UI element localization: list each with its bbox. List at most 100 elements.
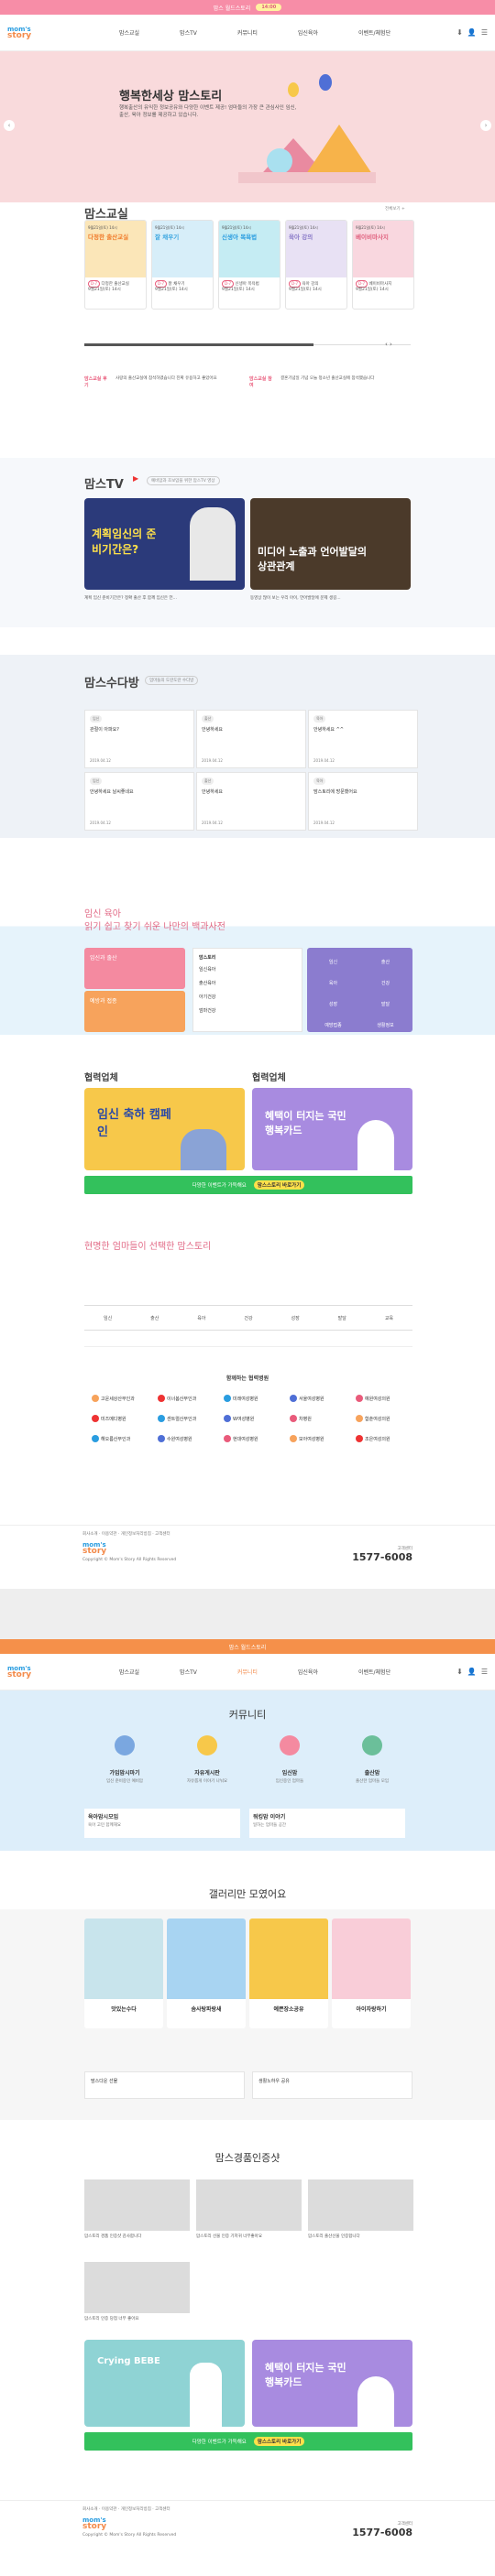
class-card[interactable]: 9월21일(토) 14시 다정한 출산교실 D-7 다정한 출산교실 9월21일(… — [84, 220, 147, 310]
category-icon[interactable]: 건강 — [244, 1315, 252, 1321]
tv-thumb[interactable]: 미디어 노출과 언어발달의 상관관계 — [250, 498, 411, 590]
hospital-logo[interactable]: 조은여성의원 — [356, 1432, 411, 1445]
user-icon[interactable]: 👤 — [468, 28, 477, 37]
event-bar[interactable]: 다양한 이벤트가 가득해요 맘스스토리 바로가기 — [84, 2432, 412, 2451]
wiki-left-card[interactable]: 임신과 출산 — [84, 948, 185, 989]
review-card[interactable]: 맘스토리 출산선물 인증합니다 — [308, 2179, 413, 2240]
category-icon[interactable]: 임신 — [104, 1315, 112, 1321]
wiki-list-item[interactable]: 출산육아 — [199, 980, 296, 986]
hospital-logo[interactable]: 현대여성병원 — [224, 1432, 279, 1445]
event-button[interactable]: 맘스스토리 바로가기 — [253, 2437, 305, 2446]
classroom-more-link[interactable]: 전체보기 + — [385, 206, 405, 212]
hospital-logo[interactable]: 미래여성병원 — [224, 1392, 279, 1405]
partner-banner[interactable]: 임신 축하 캠페인 — [84, 1088, 245, 1170]
hospital-logo[interactable]: 고운세상산부인과 — [92, 1392, 147, 1405]
nav-item[interactable]: 임신육아 — [298, 28, 318, 37]
footer-link[interactable]: 회사소개 — [82, 2507, 98, 2512]
hospital-logo[interactable]: W여성병원 — [224, 1412, 279, 1425]
partner-banner[interactable]: 혜택이 터지는 국민행복카드 — [252, 1088, 412, 1170]
class-card[interactable]: 9월21일(토) 14시 신생아 목욕법 D-7 신생아 목욕법 9월21일(토)… — [218, 220, 280, 310]
gallery-card[interactable]: 맛있는수다 — [84, 1918, 163, 2028]
gallery-banner[interactable]: 맘스다운 선물 — [84, 2071, 245, 2099]
qa-card[interactable]: 육아 맘스토리에 방문했어요 2019.04.12 — [308, 772, 418, 831]
hospital-logo[interactable]: 수원여성병원 — [158, 1432, 213, 1445]
community-extra[interactable]: 육아맘시모임 육아 고민 함께해요 — [84, 1809, 240, 1838]
nav-item[interactable]: 이벤트/체험단 — [358, 28, 390, 37]
footer-link[interactable]: 고객센터 — [155, 1532, 170, 1537]
wiki-grid-cell[interactable]: 건강 — [359, 969, 412, 990]
wiki-grid-cell[interactable]: 예방접종 — [307, 1011, 359, 1032]
wiki-grid-cell[interactable]: 성장 — [307, 990, 359, 1011]
review-card[interactable]: 맘스토리 경품 인증샷 감사합니다 — [84, 2179, 190, 2240]
category-icon[interactable]: 교육 — [385, 1315, 393, 1321]
qa-card[interactable]: 육아 안녕하세요 ^^ 2019.04.12 — [308, 710, 418, 768]
hospital-logo[interactable]: 예원여성의원 — [356, 1392, 411, 1405]
footer-link[interactable]: 회사소개 — [82, 1532, 98, 1537]
wiki-grid-cell[interactable]: 발달 — [359, 990, 412, 1011]
hospital-logo[interactable]: 해오름산부인과 — [92, 1432, 147, 1445]
promo-bar-2[interactable]: 맘스 월드스토리 — [0, 1639, 495, 1654]
qa-card[interactable]: 출산 안녕하세요 2019.04.12 — [196, 772, 306, 831]
footer-link[interactable]: 개인정보처리방침 — [121, 2507, 151, 2512]
category-icon[interactable]: 성장 — [292, 1315, 300, 1321]
nav-item[interactable]: 맘스교실 — [119, 28, 139, 37]
gallery-card[interactable]: 아이자랑하기 — [332, 1918, 411, 2028]
gallery-card[interactable]: 솜사탕파랑새 — [167, 1918, 246, 2028]
community-cell[interactable]: 가임맘시마기 임신 준비중인 예비맘 — [84, 1735, 165, 1784]
nav-item[interactable]: 맘스교실 — [119, 1668, 139, 1676]
menu-icon[interactable]: ☰ — [481, 1668, 488, 1676]
hero-next-button[interactable]: › — [480, 120, 491, 131]
carousel-scrollbar[interactable] — [84, 343, 314, 346]
gallery-banner[interactable]: 생활노하우 공유 — [252, 2071, 412, 2099]
footer-link[interactable]: 이용약관 — [102, 2507, 117, 2512]
category-icon[interactable]: 육아 — [197, 1315, 205, 1321]
partner-banner[interactable]: Crying BEBE — [84, 2340, 245, 2427]
tv-thumb[interactable]: 계획임신의 준비기간은? — [84, 498, 245, 590]
review-card[interactable]: 맘스토리 선물 인증 기저귀 너무좋아요 — [196, 2179, 302, 2240]
footer-link[interactable]: 개인정보처리방침 — [121, 1532, 151, 1537]
nav-item[interactable]: 커뮤니티 — [237, 1668, 258, 1676]
tv-caption[interactable]: 계획 임신 준비기간은? 정확 출산 후 함께 임신은 언... — [84, 595, 245, 601]
wiki-list-item[interactable]: 임신육아 — [199, 966, 296, 973]
hospital-logo[interactable]: 모아여성병원 — [290, 1432, 345, 1445]
gallery-card[interactable]: 예쁜장소공유 — [249, 1918, 328, 2028]
hospital-logo[interactable]: 서울여성병원 — [290, 1392, 345, 1405]
wiki-left-card[interactable]: 예방과 접종 — [84, 991, 185, 1032]
nav-item[interactable]: 맘스TV — [180, 28, 197, 37]
carousel-arrows[interactable]: ‹ › — [385, 341, 392, 348]
footer-link[interactable]: 이용약관 — [102, 1532, 117, 1537]
category-icon[interactable]: 출산 — [150, 1315, 159, 1321]
community-extra[interactable]: 워킹맘 이야기 일하는 엄마들 공간 — [249, 1809, 405, 1838]
class-card[interactable]: 9월21일(토) 14시 베이비마사지 D-7 베이비마사지 9월21일(토) 1… — [352, 220, 414, 310]
event-button[interactable]: 맘스스토리 바로가기 — [253, 1180, 305, 1190]
download-icon[interactable]: ⬇ — [456, 1668, 463, 1676]
wiki-grid-cell[interactable]: 출산 — [359, 948, 412, 969]
classroom-sub-text[interactable]: 사랑의 출산교실에 참석하였습니다 진짜 유용하고 좋았어요 — [116, 375, 244, 401]
wiki-list-item[interactable]: 엄마건강 — [199, 1007, 296, 1014]
promo-bar[interactable]: 맘스 월드스토리 14:00 — [0, 0, 495, 15]
site-logo[interactable]: mom's story — [7, 1665, 44, 1679]
qa-card[interactable]: 임신 관절이 아파요? 2019.04.12 — [84, 710, 194, 768]
nav-item[interactable]: 커뮤니티 — [237, 28, 258, 37]
nav-item[interactable]: 맘스TV — [180, 1668, 197, 1676]
menu-icon[interactable]: ☰ — [481, 28, 488, 37]
hospital-logo[interactable]: 차병원 — [290, 1412, 345, 1425]
wiki-grid-cell[interactable]: 임신 — [307, 948, 359, 969]
wiki-list-item[interactable]: 아기건강 — [199, 994, 296, 1000]
wiki-grid-cell[interactable]: 육아 — [307, 969, 359, 990]
classroom-sub-text[interactable]: 결혼기념일 기념 오늘 청소년 출산교실에 참석했습니다 — [280, 375, 409, 401]
hero-prev-button[interactable]: ‹ — [4, 120, 15, 131]
download-icon[interactable]: ⬇ — [456, 28, 463, 37]
event-bar[interactable]: 다양한 이벤트가 가득해요 맘스스토리 바로가기 — [84, 1176, 412, 1194]
site-logo[interactable]: mom's story — [7, 26, 44, 39]
partner-banner[interactable]: 혜택이 터지는 국민행복카드 — [252, 2340, 412, 2427]
footer-link[interactable]: 고객센터 — [155, 2507, 170, 2512]
class-card[interactable]: 9월21일(토) 14시 잘 채우기 D-7 잘 채우기 9월21일(토) 14시 — [151, 220, 214, 310]
user-icon[interactable]: 👤 — [468, 1668, 477, 1676]
qa-card[interactable]: 출산 안녕하세요 2019.04.12 — [196, 710, 306, 768]
nav-item[interactable]: 임신육아 — [298, 1668, 318, 1676]
nav-item[interactable]: 이벤트/체험단 — [358, 1668, 390, 1676]
tv-caption[interactable]: 동영상 많이 보는 우리 아이, 언어발달에 문제 생길... — [250, 595, 411, 601]
review-card[interactable]: 맘스토리 인증 당첨 너무 좋아요 — [84, 2262, 190, 2322]
community-cell[interactable]: 자유게시판 자유롭게 이야기 나눠요 — [167, 1735, 248, 1784]
